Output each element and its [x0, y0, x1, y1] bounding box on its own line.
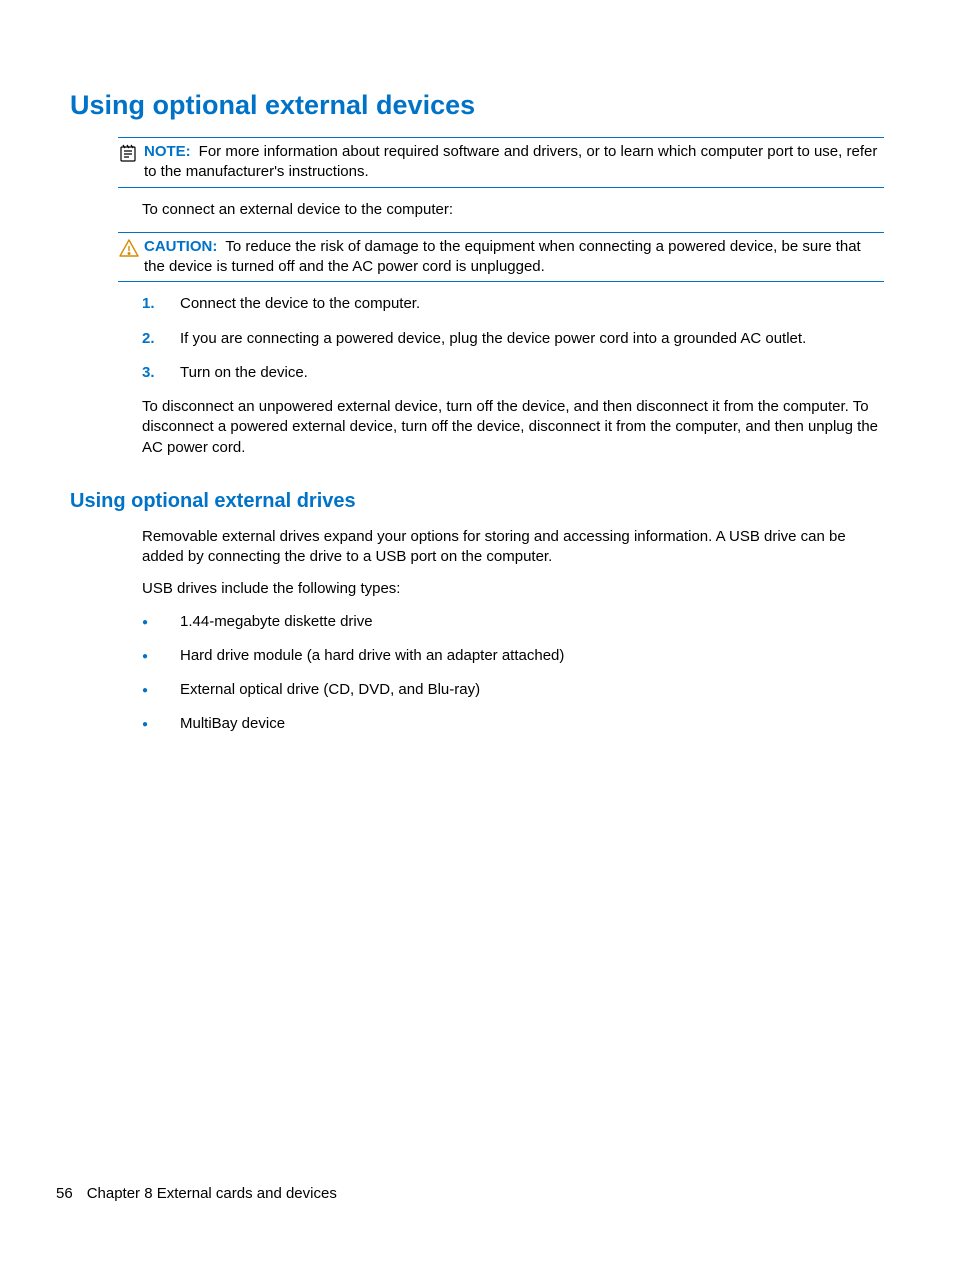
- disconnect-para: To disconnect an unpowered external devi…: [142, 397, 884, 458]
- note-icon: [118, 143, 140, 163]
- list-item: ●External optical drive (CD, DVD, and Bl…: [142, 680, 884, 700]
- bullet-icon: ●: [142, 680, 180, 700]
- note-callout: NOTE:For more information about required…: [118, 137, 884, 188]
- page-footer: 56 Chapter 8 External cards and devices: [56, 1185, 337, 1202]
- drives-para-1: Removable external drives expand your op…: [142, 527, 884, 568]
- page-number: 56: [56, 1185, 73, 1202]
- drives-para-2: USB drives include the following types:: [142, 579, 884, 599]
- caution-text: To reduce the risk of damage to the equi…: [144, 238, 861, 275]
- step-number: 1.: [142, 294, 180, 314]
- caution-label: CAUTION:: [144, 238, 217, 255]
- note-label: NOTE:: [144, 143, 191, 160]
- list-item: ●Hard drive module (a hard drive with an…: [142, 646, 884, 666]
- list-item-text: MultiBay device: [180, 714, 285, 734]
- step-item: 1.Connect the device to the computer.: [142, 294, 884, 314]
- list-item-text: External optical drive (CD, DVD, and Blu…: [180, 680, 480, 700]
- step-text: If you are connecting a powered device, …: [180, 329, 806, 349]
- list-item-text: Hard drive module (a hard drive with an …: [180, 646, 564, 666]
- steps-list: 1.Connect the device to the computer. 2.…: [142, 294, 884, 383]
- step-item: 2.If you are connecting a powered device…: [142, 329, 884, 349]
- chapter-label: Chapter 8 External cards and devices: [87, 1185, 337, 1202]
- list-item: ●1.44-megabyte diskette drive: [142, 612, 884, 632]
- bullet-icon: ●: [142, 646, 180, 666]
- step-number: 2.: [142, 329, 180, 349]
- bullet-icon: ●: [142, 714, 180, 734]
- step-item: 3.Turn on the device.: [142, 363, 884, 383]
- list-item-text: 1.44-megabyte diskette drive: [180, 612, 373, 632]
- step-text: Connect the device to the computer.: [180, 294, 420, 314]
- drive-types-list: ●1.44-megabyte diskette drive ●Hard driv…: [142, 612, 884, 735]
- caution-icon: [118, 238, 140, 258]
- list-item: ●MultiBay device: [142, 714, 884, 734]
- step-number: 3.: [142, 363, 180, 383]
- intro-text: To connect an external device to the com…: [142, 200, 884, 220]
- page-heading: Using optional external devices: [70, 90, 884, 121]
- bullet-icon: ●: [142, 612, 180, 632]
- step-text: Turn on the device.: [180, 363, 308, 383]
- note-text: For more information about required soft…: [144, 143, 877, 180]
- subheading: Using optional external drives: [70, 490, 884, 513]
- caution-callout: CAUTION:To reduce the risk of damage to …: [118, 232, 884, 283]
